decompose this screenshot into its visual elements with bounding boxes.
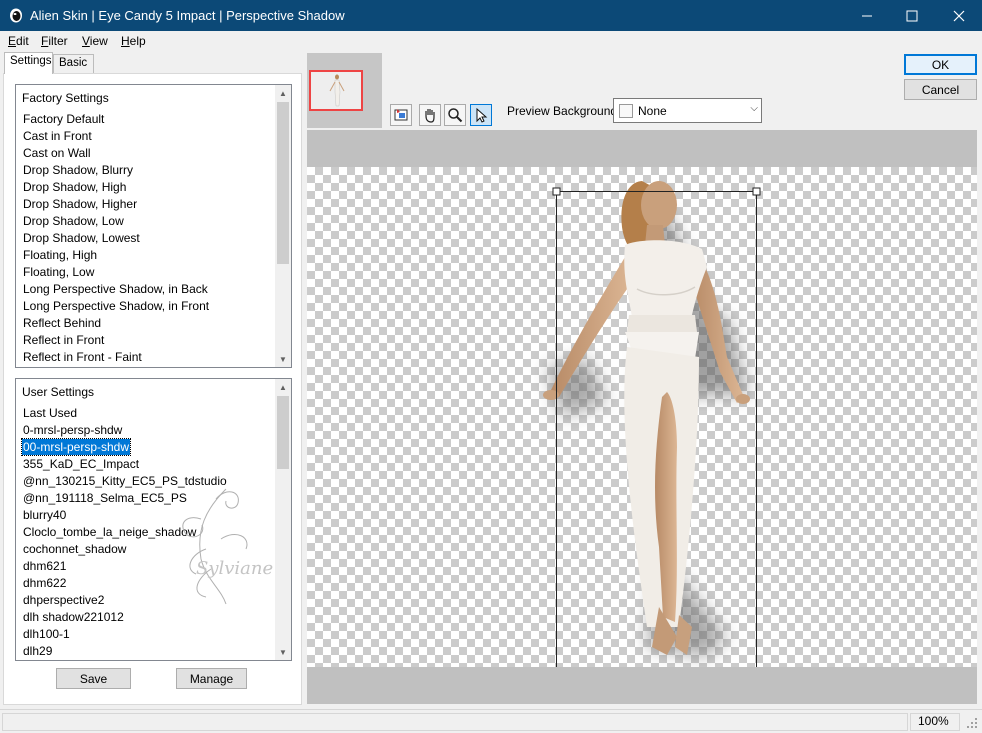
factory-setting-list-item[interactable]: Floating, Low	[22, 264, 95, 280]
user-settings-header: User Settings	[22, 385, 95, 399]
menu-help[interactable]: Help	[121, 34, 146, 48]
preview-image[interactable]	[307, 167, 977, 667]
factory-setting-list-item[interactable]: Drop Shadow, Higher	[22, 196, 138, 212]
scrollbar-thumb[interactable]	[277, 396, 289, 469]
factory-setting-list-item[interactable]: Floating, High	[22, 247, 98, 263]
user-setting-list-item[interactable]: 00-mrsl-persp-shdw	[20, 438, 132, 456]
factory-setting-list-item[interactable]: Long Perspective Shadow, in Back	[22, 281, 209, 297]
user-setting-list-item[interactable]: 355_KaD_EC_Impact	[22, 456, 140, 472]
manage-button[interactable]: Manage	[176, 668, 247, 689]
preview-navigate-button[interactable]	[390, 104, 412, 126]
factory-settings-list[interactable]: Factory Settings Factory Default Cast in …	[15, 84, 292, 368]
zoom-level: 100%	[918, 714, 949, 728]
minimize-icon	[862, 15, 872, 16]
factory-setting-list-item[interactable]: Reflect in Front - Faint	[22, 349, 143, 365]
factory-setting-list-item[interactable]: Reflect Behind	[22, 315, 102, 331]
scroll-up-arrow-icon[interactable]: ▲	[275, 379, 291, 395]
thumbnail-figure	[311, 72, 361, 109]
user-setting-list-item[interactable]: @nn_191118_Selma_EC5_PS	[22, 490, 188, 506]
scroll-down-arrow-icon[interactable]: ▼	[275, 644, 291, 660]
minimize-button[interactable]	[844, 0, 890, 31]
select-arrow-icon	[476, 107, 488, 123]
menu-view[interactable]: View	[82, 34, 108, 48]
cancel-button[interactable]: Cancel	[904, 79, 977, 100]
preview-background-label: Preview Background:	[507, 104, 621, 118]
close-button[interactable]	[936, 0, 982, 31]
menu-bar: Edit Filter View Help	[0, 31, 982, 51]
menu-edit[interactable]: Edit	[8, 34, 29, 48]
background-swatch	[619, 104, 633, 118]
factory-setting-list-item[interactable]: Cast in Front	[22, 128, 93, 144]
factory-setting-list-item[interactable]: Cast on Wall	[22, 145, 92, 161]
user-setting-list-item[interactable]: dhm621	[22, 558, 67, 574]
user-setting-list-item[interactable]: dhm622	[22, 575, 67, 591]
factory-setting-list-item[interactable]: Reflect in Front	[22, 332, 105, 348]
resize-handle[interactable]	[552, 187, 561, 196]
woman-figure	[543, 181, 750, 655]
user-setting-list-item[interactable]: dhperspective2	[22, 592, 105, 608]
factory-setting-list-item[interactable]: Long Perspective Shadow, in Front	[22, 298, 210, 314]
resize-handle[interactable]	[752, 187, 761, 196]
zoom-icon	[448, 108, 463, 123]
maximize-icon	[906, 10, 918, 21]
save-button[interactable]: Save	[56, 668, 131, 689]
scrollbar-thumb[interactable]	[277, 102, 289, 264]
user-setting-list-item[interactable]: dlh shadow221012	[22, 609, 125, 625]
scroll-up-arrow-icon[interactable]: ▲	[275, 85, 291, 101]
user-settings-list[interactable]: User Settings Last Used 0-mrsl-persp-shdw…	[15, 378, 292, 661]
resize-grip-icon[interactable]	[966, 717, 978, 729]
status-bar	[0, 709, 982, 733]
navigator-thumbnail[interactable]	[309, 70, 363, 111]
preview-navigate-icon	[394, 109, 408, 121]
factory-setting-list-item[interactable]: Drop Shadow, Blurry	[22, 162, 134, 178]
sylviane-watermark: Sylviane	[182, 488, 273, 605]
preview-background-select[interactable]: None ⌵	[613, 98, 762, 123]
chevron-down-icon: ⌵	[750, 103, 758, 114]
factory-settings-header: Factory Settings	[22, 91, 109, 105]
user-setting-list-item[interactable]: dlh100-1	[22, 626, 71, 642]
ok-button[interactable]: OK	[904, 54, 977, 75]
zoom-tool-button[interactable]	[444, 104, 466, 126]
user-setting-list-item[interactable]: dlh29	[22, 643, 53, 659]
watermark-text: Sylviane	[196, 558, 273, 579]
preview-background-value: None	[638, 104, 667, 118]
title-bar: Alien Skin | Eye Candy 5 Impact | Perspe…	[0, 0, 982, 31]
window-title: Alien Skin | Eye Candy 5 Impact | Perspe…	[30, 8, 345, 23]
user-setting-list-item[interactable]: blurry40	[22, 507, 67, 523]
user-setting-list-item[interactable]: cochonnet_shadow	[22, 541, 127, 557]
factory-setting-list-item[interactable]: Drop Shadow, Lowest	[22, 230, 141, 246]
alien-skin-app-icon	[10, 8, 22, 23]
tab-settings[interactable]: Settings	[4, 52, 53, 74]
user-settings-scrollbar[interactable]: ▲ ▼	[275, 379, 291, 660]
status-message-pane	[2, 713, 908, 731]
factory-setting-list-item[interactable]: Drop Shadow, High	[22, 179, 127, 195]
select-tool-button[interactable]	[470, 104, 492, 126]
factory-setting-list-item[interactable]: Factory Default	[22, 111, 105, 127]
maximize-button[interactable]	[889, 0, 935, 31]
factory-settings-scrollbar[interactable]: ▲ ▼	[275, 85, 291, 367]
user-setting-list-item[interactable]: Last Used	[22, 405, 78, 421]
scroll-down-arrow-icon[interactable]: ▼	[275, 351, 291, 367]
hand-tool-button[interactable]	[419, 104, 441, 126]
tab-basic[interactable]: Basic	[53, 54, 94, 73]
menu-filter[interactable]: Filter	[41, 34, 68, 48]
close-icon	[953, 10, 965, 21]
user-setting-list-item[interactable]: 0-mrsl-persp-shdw	[22, 422, 123, 438]
factory-setting-list-item[interactable]: Drop Shadow, Low	[22, 213, 125, 229]
hand-icon	[425, 109, 435, 123]
